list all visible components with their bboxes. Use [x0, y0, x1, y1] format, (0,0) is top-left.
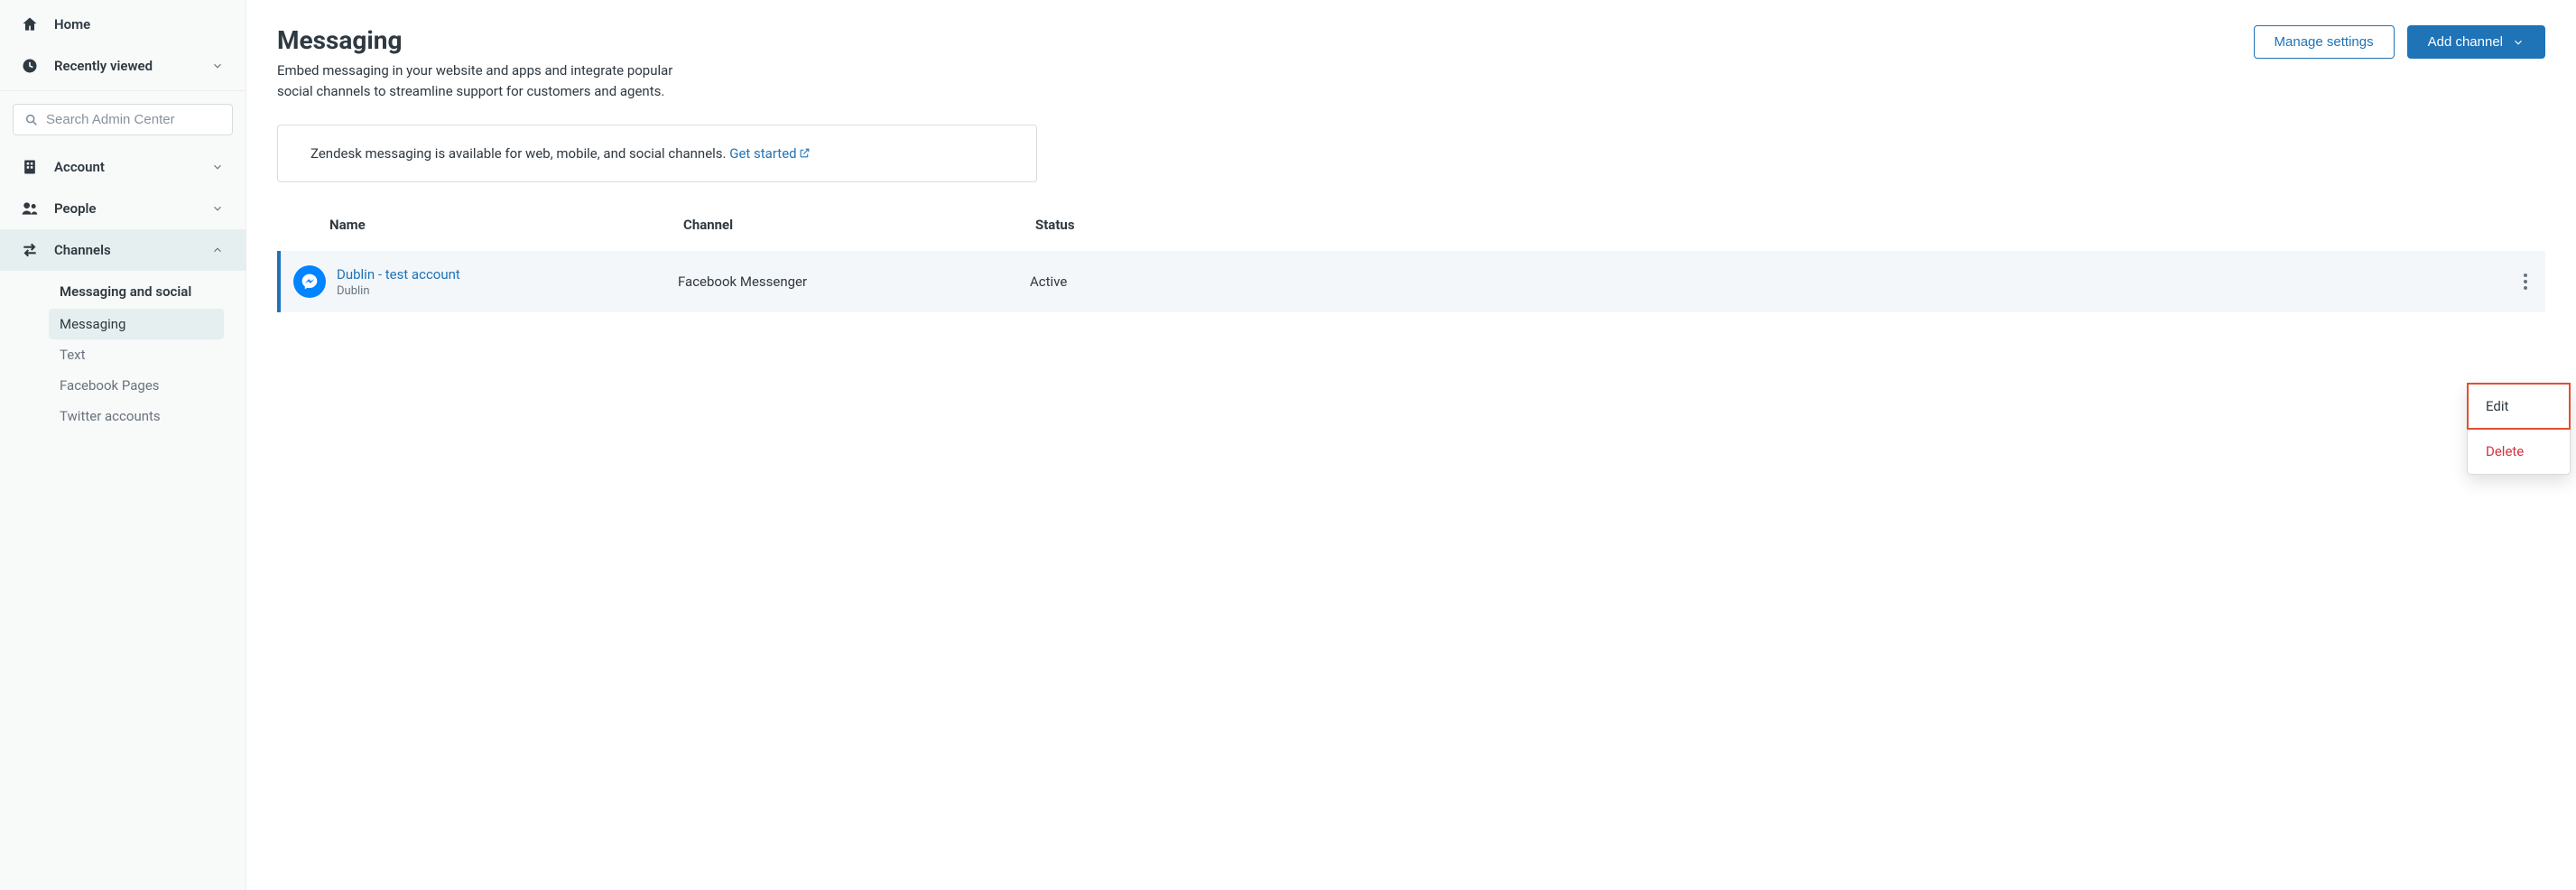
column-header-status: Status — [1035, 217, 2545, 233]
page-header: Messaging Embed messaging in your websit… — [277, 25, 2545, 101]
row-name-cell: Dublin - test account Dublin — [337, 266, 678, 298]
sidebar-item-label: Home — [54, 16, 226, 32]
table-header: Name Channel Status — [277, 217, 2545, 251]
chevron-up-icon — [209, 242, 226, 258]
arrows-icon — [20, 240, 40, 260]
subnav-group-title: Messaging and social — [60, 274, 246, 309]
row-status-cell: Active — [1030, 273, 2516, 290]
info-banner: Zendesk messaging is available for web, … — [277, 125, 1037, 182]
button-label: Manage settings — [2275, 34, 2374, 50]
row-actions-button[interactable] — [2516, 270, 2534, 293]
row-actions-menu: Edit Delete — [2467, 383, 2571, 475]
page-title: Messaging — [277, 25, 692, 55]
sidebar-item-home[interactable]: Home — [0, 4, 246, 45]
button-label: Add channel — [2428, 34, 2503, 50]
menu-item-edit[interactable]: Edit — [2468, 384, 2570, 429]
add-channel-button[interactable]: Add channel — [2407, 25, 2545, 59]
sidebar-item-label: Recently viewed — [54, 58, 195, 74]
channel-sub-label: Dublin — [337, 284, 678, 298]
menu-item-delete[interactable]: Delete — [2468, 434, 2570, 468]
subnav-messaging-social: Messaging and social Messaging Text Face… — [0, 271, 246, 431]
sidebar-item-label: Channels — [54, 242, 195, 258]
banner-text: Zendesk messaging is available for web, … — [310, 145, 729, 162]
page-description: Embed messaging in your website and apps… — [277, 60, 692, 101]
messenger-icon — [293, 265, 326, 298]
sidebar-item-label: Account — [54, 159, 195, 175]
search-icon — [24, 113, 39, 127]
table-row[interactable]: Dublin - test account Dublin Facebook Me… — [277, 251, 2545, 312]
chevron-down-icon — [209, 58, 226, 74]
building-icon — [20, 157, 40, 177]
sidebar-item-people[interactable]: People — [0, 188, 246, 229]
sidebar-item-label: People — [54, 200, 195, 217]
sidebar-item-recent[interactable]: Recently viewed — [0, 45, 246, 87]
search-box[interactable] — [13, 104, 233, 135]
subnav-item-facebook-pages[interactable]: Facebook Pages — [60, 370, 246, 401]
column-header-channel: Channel — [683, 217, 1035, 233]
kebab-icon — [2524, 273, 2527, 290]
people-icon — [20, 199, 40, 218]
chevron-down-icon — [209, 159, 226, 175]
subnav-item-messaging[interactable]: Messaging — [49, 309, 224, 339]
chevron-down-icon — [2512, 36, 2525, 49]
row-channel-cell: Facebook Messenger — [678, 273, 1030, 290]
channel-name-link[interactable]: Dublin - test account — [337, 266, 460, 283]
external-link-icon — [799, 147, 811, 159]
sidebar: Home Recently viewed Account — [0, 0, 246, 890]
search-input[interactable] — [46, 112, 221, 127]
get-started-link[interactable]: Get started — [729, 145, 810, 162]
sidebar-item-channels[interactable]: Channels — [0, 229, 246, 271]
clock-icon — [20, 56, 40, 76]
subnav-item-text[interactable]: Text — [60, 339, 246, 370]
chevron-down-icon — [209, 200, 226, 217]
search-wrap — [0, 95, 246, 146]
column-header-name: Name — [329, 217, 683, 233]
channels-table: Name Channel Status Dublin - test accoun… — [277, 217, 2545, 312]
divider — [0, 90, 246, 91]
main-content: Messaging Embed messaging in your websit… — [246, 0, 2576, 890]
subnav-item-twitter-accounts[interactable]: Twitter accounts — [60, 401, 246, 431]
manage-settings-button[interactable]: Manage settings — [2254, 25, 2395, 59]
sidebar-item-account[interactable]: Account — [0, 146, 246, 188]
link-label: Get started — [729, 145, 796, 162]
home-icon — [20, 14, 40, 34]
